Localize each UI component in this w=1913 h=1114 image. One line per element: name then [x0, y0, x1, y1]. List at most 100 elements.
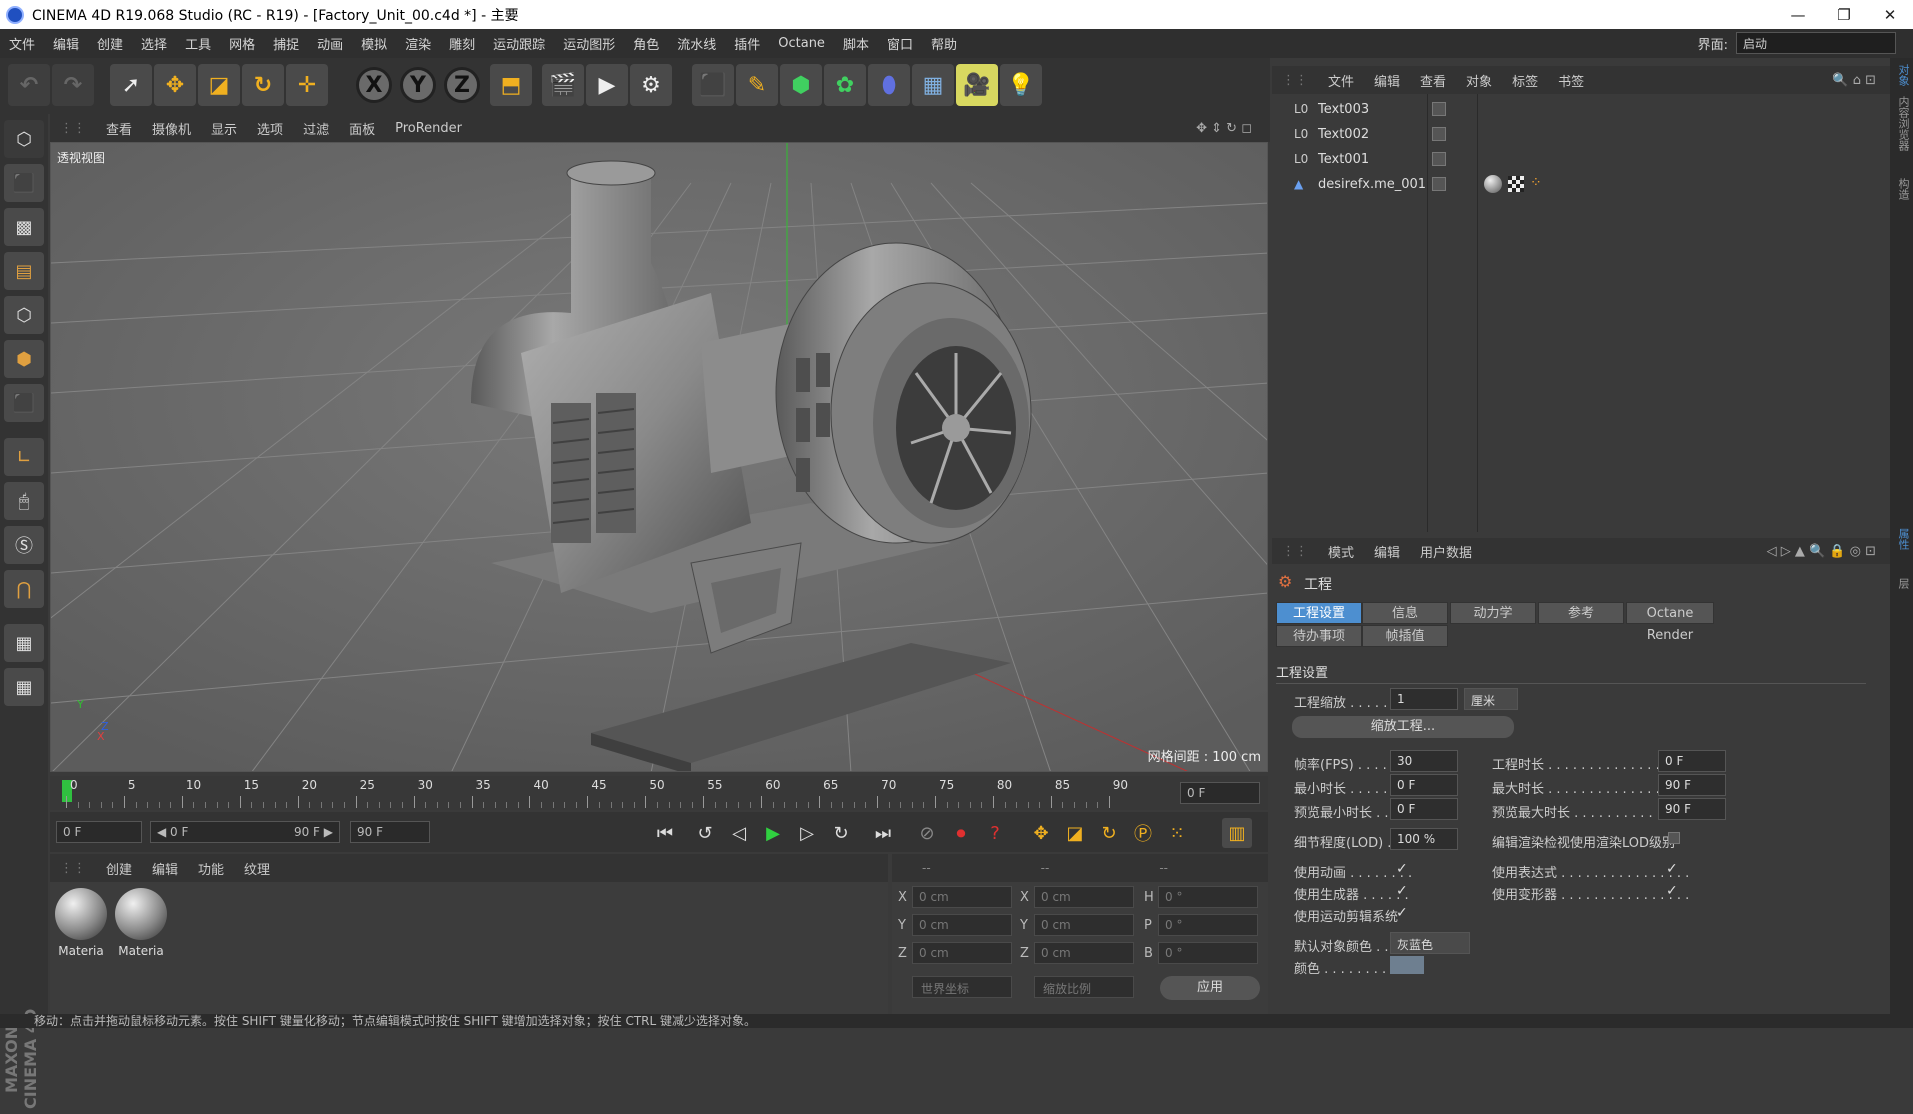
menu-help[interactable]: 帮助 [922, 34, 966, 53]
restore-button[interactable]: ❐ [1821, 0, 1867, 29]
object-search-home-icons[interactable]: 🔍 ⌂ ⊡ [1822, 73, 1886, 88]
key-scale-button[interactable]: ◪ [1060, 818, 1090, 848]
planar-workplane-button[interactable]: ▦ [4, 668, 44, 706]
material-swatch[interactable]: Materia [114, 888, 168, 964]
menu-simulate[interactable]: 模拟 [352, 34, 396, 53]
menu-plugins[interactable]: 插件 [725, 34, 769, 53]
subdivision-button[interactable]: ⬢ [780, 64, 822, 106]
model-mode-button[interactable]: ⬛ [4, 164, 44, 202]
scale-ratio-dropdown[interactable]: 缩放比例 [1034, 976, 1134, 998]
material-swatch[interactable]: Materia [54, 888, 108, 964]
tab-octane-render[interactable]: Octane Render [1626, 602, 1714, 643]
menu-pipeline[interactable]: 流水线 [668, 34, 725, 53]
attribute-nav-icons[interactable]: ◁ ▷ ▲ 🔍 🔒 ◎ ⊡ [1757, 544, 1886, 559]
play-button[interactable]: ▶ [758, 818, 788, 848]
position-x-field[interactable]: 0 cm [912, 886, 1012, 908]
edge-mode-button[interactable]: ⬢ [4, 340, 44, 378]
motion-record-button[interactable]: ⊘ [912, 818, 942, 848]
right-tab-objects[interactable]: 对象 [1892, 64, 1911, 86]
render-settings-button[interactable]: ⚙ [630, 64, 672, 106]
position-z-field[interactable]: 0 cm [912, 942, 1012, 964]
material-menu-edit[interactable]: 编辑 [142, 859, 188, 878]
use-animation-checkbox[interactable]: ✓ [1396, 862, 1410, 876]
render-lod-checkbox[interactable] [1668, 832, 1680, 844]
point-mode-button[interactable]: ⬡ [4, 296, 44, 334]
camera-button[interactable]: 🎥 [956, 64, 998, 106]
menu-select[interactable]: 选择 [132, 34, 176, 53]
object-name[interactable]: Text003 [1318, 102, 1369, 117]
use-motion-clip-checkbox[interactable]: ✓ [1396, 906, 1410, 920]
visibility-toggle[interactable] [1432, 152, 1446, 166]
max-time-field[interactable]: 90 F [1658, 774, 1726, 796]
visibility-toggle[interactable] [1432, 177, 1446, 191]
tab-reference[interactable]: 参考 [1538, 602, 1624, 624]
perspective-viewport[interactable]: 透视视图 Y Z X 网格间距 : 100 cm [50, 142, 1268, 772]
rotation-p-field[interactable]: 0 ° [1158, 914, 1258, 936]
light-button[interactable]: 💡 [1000, 64, 1042, 106]
scale-tool-button[interactable]: ◪ [198, 64, 240, 106]
record-active-objects-button[interactable]: ⏺ [946, 818, 976, 848]
menu-character[interactable]: 角色 [624, 34, 668, 53]
mograph-cloner-button[interactable]: ✿ [824, 64, 866, 106]
prev-key-button[interactable]: ↺ [690, 818, 720, 848]
polygon-mode-button[interactable]: ⬛ [4, 384, 44, 422]
viewport-menu-camera[interactable]: 摄像机 [142, 119, 201, 138]
object-menu-file[interactable]: 文件 [1318, 71, 1364, 90]
floor-button[interactable]: ▦ [912, 64, 954, 106]
size-y-field[interactable]: 0 cm [1034, 914, 1134, 936]
viewport-nav-icons[interactable]: ✥ ⇕ ↻ ◻ [1186, 121, 1262, 136]
preview-range-slider[interactable]: ◀ 0 F 90 F ▶ [150, 821, 340, 843]
min-time-field[interactable]: 0 F [1390, 774, 1458, 796]
size-x-field[interactable]: 0 cm [1034, 886, 1134, 908]
size-z-field[interactable]: 0 cm [1034, 942, 1134, 964]
next-key-button[interactable]: ↻ [826, 818, 856, 848]
axis-mode-button[interactable]: ∟ [4, 438, 44, 476]
add-cube-button[interactable]: ⬛ [692, 64, 734, 106]
menu-file[interactable]: 文件 [0, 34, 44, 53]
object-row[interactable]: L0 Text002 [1272, 123, 1890, 148]
texture-mode-button[interactable]: ▩ [4, 208, 44, 246]
redo-button[interactable]: ↷ [52, 64, 94, 106]
tab-dynamics[interactable]: 动力学 [1450, 602, 1536, 624]
minimize-button[interactable]: — [1775, 0, 1821, 29]
timeline-window-button[interactable]: ▥ [1222, 818, 1252, 848]
timeline-ruler[interactable]: 0 5 10 15 20 25 30 35 40 45 50 55 60 65 70 75 80 85 90 0 F [50, 776, 1268, 810]
object-row[interactable]: ▲ desirefx.me_001 ⁘ [1272, 173, 1890, 198]
live-selection-button[interactable]: ✛ [286, 64, 328, 106]
object-menu-objects[interactable]: 对象 [1456, 71, 1502, 90]
visibility-toggle[interactable] [1432, 127, 1446, 141]
material-tag-icon[interactable] [1484, 175, 1502, 193]
object-name[interactable]: desirefx.me_001 [1318, 177, 1426, 192]
viewport-menu-view[interactable]: 查看 [96, 119, 142, 138]
menu-tools[interactable]: 工具 [176, 34, 220, 53]
default-color-dropdown[interactable]: 灰蓝色 [1390, 932, 1470, 954]
go-to-start-button[interactable]: ⏮ [650, 818, 680, 848]
rotate-tool-button[interactable]: ↻ [242, 64, 284, 106]
lod-field[interactable]: 100 % [1390, 828, 1458, 850]
prev-frame-button[interactable]: ◁ [724, 818, 754, 848]
object-row[interactable]: L0 Text003 [1272, 98, 1890, 123]
workplane-lock-button[interactable]: ▦ [4, 624, 44, 662]
menu-edit[interactable]: 编辑 [44, 34, 88, 53]
object-menu-bookmarks[interactable]: 书签 [1548, 71, 1594, 90]
object-name[interactable]: Text001 [1318, 152, 1369, 167]
viewport-menu-panel[interactable]: 面板 [339, 119, 385, 138]
menu-animate[interactable]: 动画 [308, 34, 352, 53]
right-tab-layers[interactable]: 层 [1892, 578, 1911, 589]
object-menu-edit[interactable]: 编辑 [1364, 71, 1410, 90]
autokeying-button[interactable]: ? [980, 818, 1010, 848]
object-menu-view[interactable]: 查看 [1410, 71, 1456, 90]
object-menu-tags[interactable]: 标签 [1502, 71, 1548, 90]
viewport-menu-display[interactable]: 显示 [201, 119, 247, 138]
material-menu-create[interactable]: 创建 [96, 859, 142, 878]
use-generator-checkbox[interactable]: ✓ [1396, 884, 1410, 898]
project-scale-unit-dropdown[interactable]: 厘米 [1464, 688, 1518, 710]
key-pla-button[interactable]: ⁙ [1162, 818, 1192, 848]
tab-todo[interactable]: 待办事项 [1276, 625, 1362, 647]
key-parameter-button[interactable]: Ⓟ [1128, 818, 1158, 848]
apply-button[interactable]: 应用 [1160, 976, 1260, 1000]
key-rotation-button[interactable]: ↻ [1094, 818, 1124, 848]
menu-mesh[interactable]: 网格 [220, 34, 264, 53]
z-axis-lock-button[interactable]: Z [444, 67, 480, 103]
render-view-button[interactable]: 🎬 [542, 64, 584, 106]
